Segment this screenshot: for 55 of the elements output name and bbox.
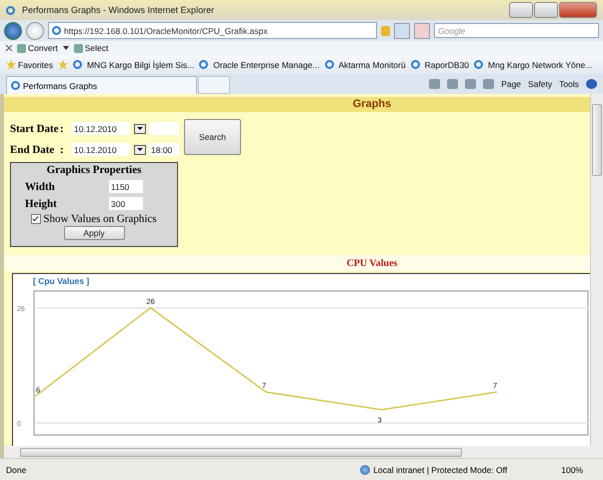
close-button[interactable]: [559, 2, 597, 18]
time-field[interactable]: [149, 122, 179, 135]
favorite-link[interactable]: RaporDB30: [410, 60, 470, 70]
field-label: End Date: [10, 144, 56, 156]
stop-button[interactable]: [414, 22, 430, 38]
favorite-link[interactable]: Aktarma Monitorü: [324, 60, 406, 70]
browser-icon: [6, 6, 15, 14]
toolbar-button[interactable]: Select: [74, 43, 108, 53]
zone-text: Local intranet | Protected Mode: Off: [373, 464, 508, 474]
page-header: Graphs: [4, 97, 590, 112]
command-menu[interactable]: Safety: [528, 79, 552, 89]
command-menu[interactable]: Tools: [559, 79, 579, 89]
address-field[interactable]: https://192.168.0.101/OracleMonitor/CPU_Grafik.aspx: [48, 22, 377, 39]
dropdown-button[interactable]: [134, 124, 146, 134]
checkbox[interactable]: [31, 214, 42, 224]
window-title: Performans Graphs - Windows Internet Explorer: [22, 5, 214, 15]
status-text: Done: [6, 464, 26, 474]
field-label: Height: [25, 198, 58, 210]
number-field[interactable]: 300: [109, 197, 143, 210]
separator: :: [60, 122, 65, 134]
favorite-link[interactable]: MNG Kargo Bilgi İşlem Sis...: [72, 60, 194, 70]
field-label: Width: [25, 180, 56, 192]
command-menu[interactable]: Page: [501, 79, 522, 89]
add-favorite-icon[interactable]: [58, 60, 68, 70]
new-tab-button[interactable]: [198, 76, 230, 94]
browser-tab[interactable]: Performans Graphs: [6, 76, 197, 94]
apply-button[interactable]: Apply: [64, 226, 124, 240]
date-field[interactable]: 10.12.2010: [72, 122, 130, 135]
maximize-button[interactable]: [534, 2, 558, 18]
toolbar-button[interactable]: Convert: [17, 43, 58, 53]
back-button[interactable]: [4, 22, 22, 40]
refresh-button[interactable]: [394, 22, 410, 38]
favorite-link[interactable]: Mng Kargo Network Yöne...: [474, 60, 592, 70]
vertical-scrollbar[interactable]: [590, 94, 603, 446]
forward-button[interactable]: [26, 22, 44, 40]
dropdown-button[interactable]: [134, 144, 146, 154]
zoom-button[interactable]: 100%: [561, 464, 583, 474]
horizontal-scrollbar[interactable]: [0, 446, 603, 458]
globe-icon: [360, 464, 370, 474]
chart-title: [ Cpu Values ]: [32, 275, 90, 287]
search-field[interactable]: Google: [434, 23, 599, 38]
close-icon[interactable]: [6, 45, 12, 51]
number-field[interactable]: 1150: [109, 180, 143, 193]
checkbox-label: Show Values on Graphics: [43, 213, 157, 225]
panel-title: Graphics Properties: [46, 163, 142, 178]
minimize-button[interactable]: [509, 2, 533, 18]
page-icon: [52, 26, 61, 35]
search-button[interactable]: Search: [184, 119, 241, 155]
favorites-button[interactable]: Favorites: [6, 60, 53, 70]
time-field[interactable]: 18:00: [149, 143, 179, 156]
date-field[interactable]: 10.12.2010: [72, 143, 130, 156]
separator: :: [60, 144, 65, 156]
field-label: Start Date: [10, 122, 60, 134]
chart-heading: CPU Values: [4, 255, 590, 271]
favorite-link[interactable]: Oracle Enterprise Manage...: [199, 60, 320, 70]
